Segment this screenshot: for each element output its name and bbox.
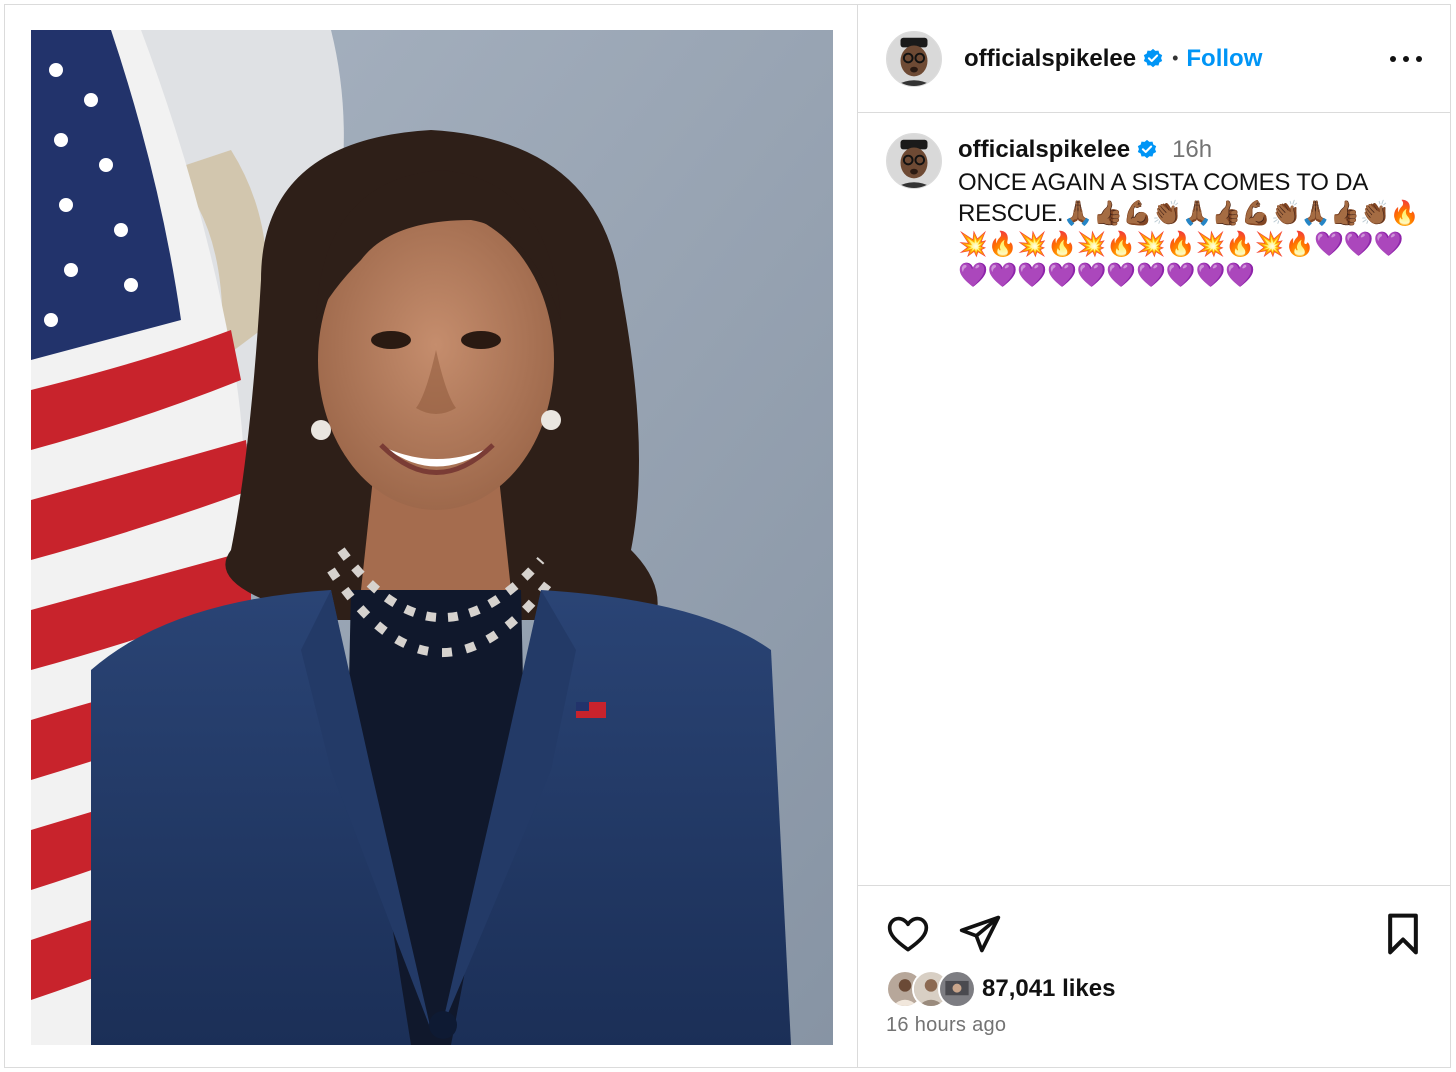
portrait-image: [31, 30, 833, 1045]
avatar[interactable]: [886, 30, 942, 87]
verified-badge-icon: [1137, 139, 1157, 159]
post-media: [5, 5, 858, 1067]
more-options-icon[interactable]: [1390, 47, 1422, 71]
bookmark-icon[interactable]: [1384, 912, 1422, 956]
likes-count[interactable]: 87,041 likes: [982, 975, 1115, 1003]
separator-dot: •: [1172, 48, 1179, 68]
heart-icon[interactable]: [886, 912, 930, 956]
caption-time[interactable]: 16h: [1172, 136, 1212, 164]
caption-text: ONCE AGAIN A SISTA COMES TO DA RESCUE.🙏🏾…: [958, 169, 1420, 289]
actions-section: 87,041 likes 16 hours ago: [858, 885, 1450, 1069]
post-sidebar: officialspikelee • Follow officialspikel…: [858, 5, 1450, 1067]
post-photo[interactable]: [31, 30, 833, 1045]
post-header: officialspikelee • Follow: [858, 5, 1450, 113]
caption-meta: officialspikelee 16h: [958, 133, 1428, 167]
avatar-image: [887, 31, 941, 86]
caption-body: officialspikelee 16h ONCE AGAIN A SISTA …: [958, 133, 1428, 291]
avatar-image: [887, 134, 941, 188]
follow-button[interactable]: Follow: [1186, 45, 1262, 73]
caption-avatar[interactable]: [886, 133, 942, 189]
caption-comment: officialspikelee 16h ONCE AGAIN A SISTA …: [886, 133, 1420, 291]
likes-row: 87,041 likes: [886, 970, 1115, 1008]
liker-avatars[interactable]: [886, 970, 978, 1008]
caption-username[interactable]: officialspikelee: [958, 136, 1130, 164]
header-username[interactable]: officialspikelee: [964, 45, 1136, 73]
post-timestamp[interactable]: 16 hours ago: [886, 1014, 1006, 1037]
verified-badge-icon: [1143, 48, 1163, 67]
send-icon[interactable]: [958, 912, 1002, 956]
post-card: officialspikelee • Follow officialspikel…: [4, 4, 1451, 1068]
liker-avatar: [938, 970, 976, 1008]
